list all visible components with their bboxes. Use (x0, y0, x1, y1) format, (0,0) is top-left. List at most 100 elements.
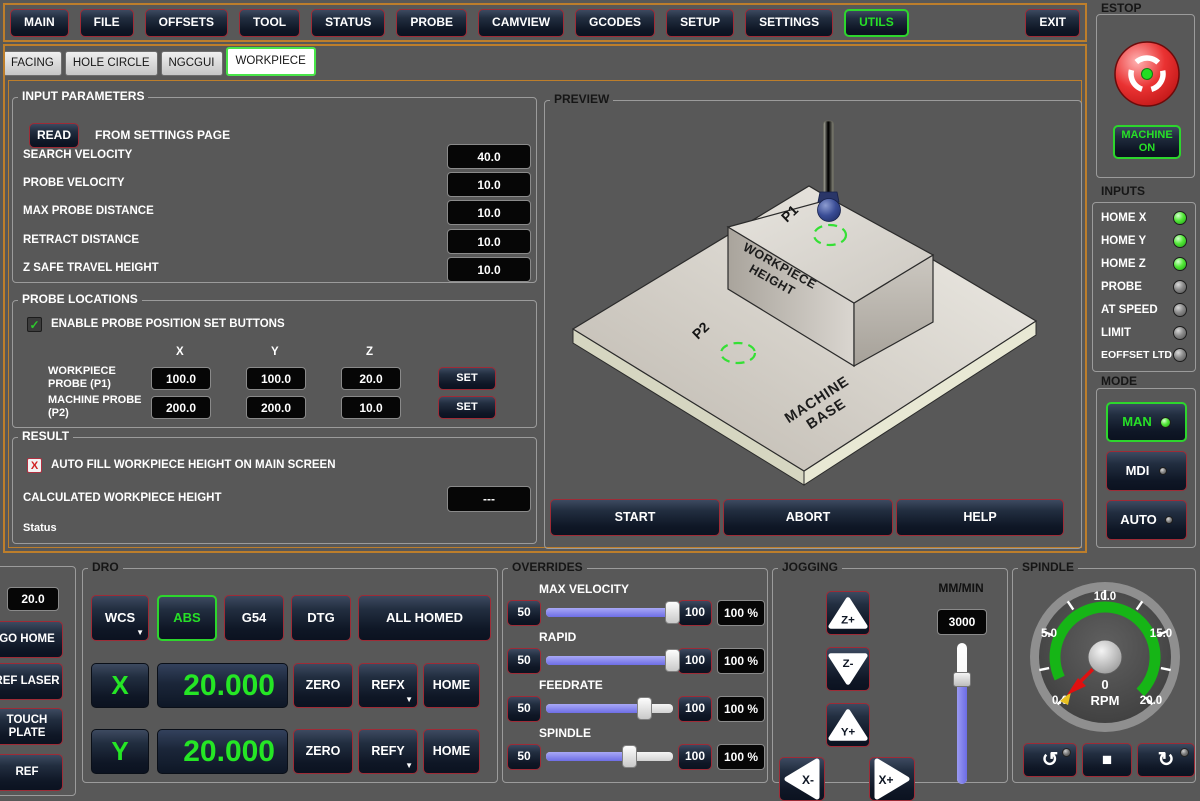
spindle-stop-button[interactable]: ■ (1082, 743, 1132, 777)
jog-rate-unit-label: MM/MIN (923, 581, 999, 595)
wcs-dropdown-button[interactable]: WCS ▼ (91, 595, 149, 641)
dtg-button[interactable]: DTG (291, 595, 351, 641)
machine-on-button[interactable]: MACHINE ON (1113, 125, 1181, 159)
ref-laser-button[interactable]: REF LASER (0, 663, 63, 700)
go-home-button[interactable]: GO HOME (0, 621, 63, 658)
p2-x-value[interactable]: 200.0 (151, 396, 211, 419)
y-home-button[interactable]: HOME (423, 729, 480, 774)
rapid-row: 50 100 100 % (507, 647, 765, 674)
abs-button[interactable]: ABS (157, 595, 217, 641)
p1-z-value[interactable]: 20.0 (341, 367, 401, 390)
jog-z-plus-button[interactable]: Z+ (826, 591, 870, 635)
estop-title: ESTOP (1097, 1, 1145, 15)
menu-main[interactable]: MAIN (10, 9, 69, 37)
x-ref-dropdown-button[interactable]: REFX ▼ (358, 663, 418, 708)
retract-distance-value[interactable]: 10.0 (447, 229, 531, 254)
p1-x-value[interactable]: 100.0 (151, 367, 211, 390)
spindle-ccw-button[interactable]: ↺ (1023, 743, 1077, 777)
menu-offsets[interactable]: OFFSETS (145, 9, 228, 37)
p2-y-value[interactable]: 200.0 (246, 396, 306, 419)
read-button[interactable]: READ (29, 123, 79, 148)
spindle-slider[interactable] (546, 752, 673, 761)
gauge-value: 0 (1101, 677, 1108, 692)
input-row-at-speed: AT SPEED (1101, 303, 1187, 317)
top-menu-bar: MAIN FILE OFFSETS TOOL STATUS PROBE CAMV… (3, 3, 1087, 42)
feedrate-50-button[interactable]: 50 (507, 696, 541, 722)
touch-plate-button[interactable]: TOUCH PLATE (0, 708, 63, 745)
autofill-label: AUTO FILL WORKPIECE HEIGHT ON MAIN SCREE… (51, 459, 336, 471)
menu-gcodes[interactable]: GCODES (575, 9, 655, 37)
y-ref-dropdown-button[interactable]: REFY ▼ (358, 729, 418, 774)
jog-x-minus-button[interactable]: X- (779, 757, 825, 801)
slider-handle[interactable] (622, 745, 637, 768)
svg-text:X+: X+ (878, 773, 893, 787)
slider-handle[interactable] (637, 697, 652, 720)
p2-z-value[interactable]: 10.0 (341, 396, 401, 419)
spindle-100-button[interactable]: 100 (678, 744, 712, 770)
menu-status[interactable]: STATUS (311, 9, 385, 37)
rapid-slider[interactable] (546, 656, 673, 665)
menu-camview[interactable]: CAMVIEW (478, 9, 564, 37)
mode-auto-button[interactable]: AUTO (1106, 500, 1187, 540)
max-velocity-slider[interactable] (546, 608, 673, 617)
menu-setup[interactable]: SETUP (666, 9, 734, 37)
p2-set-button[interactable]: SET (438, 396, 496, 419)
menu-tool[interactable]: TOOL (239, 9, 300, 37)
mode-mdi-button[interactable]: MDI (1106, 451, 1187, 491)
probe-velocity-value[interactable]: 10.0 (447, 172, 531, 197)
slider-handle[interactable] (953, 672, 971, 687)
jog-rate-value[interactable]: 3000 (937, 609, 987, 635)
enable-set-buttons-checkbox[interactable]: ✓ (27, 317, 42, 332)
spindle-title: SPINDLE (1018, 560, 1078, 574)
rapid-50-button[interactable]: 50 (507, 648, 541, 674)
triangle-right-icon: X+ (870, 757, 914, 801)
p1-y-value[interactable]: 100.0 (246, 367, 306, 390)
all-homed-button[interactable]: ALL HOMED (358, 595, 491, 641)
chevron-down-icon: ▼ (136, 629, 144, 638)
max-velocity-50-button[interactable]: 50 (507, 600, 541, 626)
g54-button[interactable]: G54 (224, 595, 284, 641)
menu-utils[interactable]: UTILS (844, 9, 909, 37)
slider-handle[interactable] (665, 649, 680, 672)
search-velocity-value[interactable]: 40.0 (447, 144, 531, 169)
x-axis-letter[interactable]: X (91, 663, 149, 708)
feedrate-100-button[interactable]: 100 (678, 696, 712, 722)
gauge-center-cap (1088, 640, 1122, 674)
jog-z-minus-button[interactable]: Z- (826, 647, 870, 691)
probe-tip-ball (818, 199, 841, 222)
menu-probe[interactable]: PROBE (396, 9, 467, 37)
y-zero-button[interactable]: ZERO (293, 729, 353, 774)
feedrate-slider[interactable] (546, 704, 673, 713)
p1-set-button[interactable]: SET (438, 367, 496, 390)
jog-rate-slider[interactable] (957, 643, 967, 784)
eoffset-ltd-led (1173, 348, 1187, 362)
menu-file[interactable]: FILE (80, 9, 134, 37)
mode-man-button[interactable]: MAN (1106, 402, 1187, 442)
input-row-eoffset-ltd: EOFFSET LTD (1101, 348, 1187, 362)
spindle-50-button[interactable]: 50 (507, 744, 541, 770)
x-zero-button[interactable]: ZERO (293, 663, 353, 708)
menu-settings[interactable]: SETTINGS (745, 9, 833, 37)
z-safe-travel-value[interactable]: 10.0 (447, 257, 531, 282)
p1-row-label: WORKPIECE PROBE (P1) (48, 365, 148, 391)
svg-text:5.0: 5.0 (1041, 628, 1057, 640)
estop-button[interactable] (1112, 39, 1182, 109)
help-button[interactable]: HELP (896, 499, 1064, 536)
exit-button[interactable]: EXIT (1025, 9, 1080, 37)
max-probe-distance-value[interactable]: 10.0 (447, 200, 531, 225)
jogging-title: JOGGING (778, 560, 842, 574)
spindle-cw-button[interactable]: ↻ (1137, 743, 1195, 777)
strip-value-box[interactable]: 20.0 (7, 587, 59, 611)
rapid-100-button[interactable]: 100 (678, 648, 712, 674)
ref-button[interactable]: REF (0, 754, 63, 791)
autofill-checkbox[interactable]: X (27, 458, 42, 473)
spindle-ov-row: 50 100 100 % (507, 743, 765, 770)
max-velocity-100-button[interactable]: 100 (678, 600, 712, 626)
x-home-button[interactable]: HOME (423, 663, 480, 708)
abort-button[interactable]: ABORT (723, 499, 893, 536)
y-axis-letter[interactable]: Y (91, 729, 149, 774)
jog-y-plus-button[interactable]: Y+ (826, 703, 870, 747)
start-button[interactable]: START (550, 499, 720, 536)
jog-x-plus-button[interactable]: X+ (869, 757, 915, 801)
slider-handle[interactable] (665, 601, 680, 624)
